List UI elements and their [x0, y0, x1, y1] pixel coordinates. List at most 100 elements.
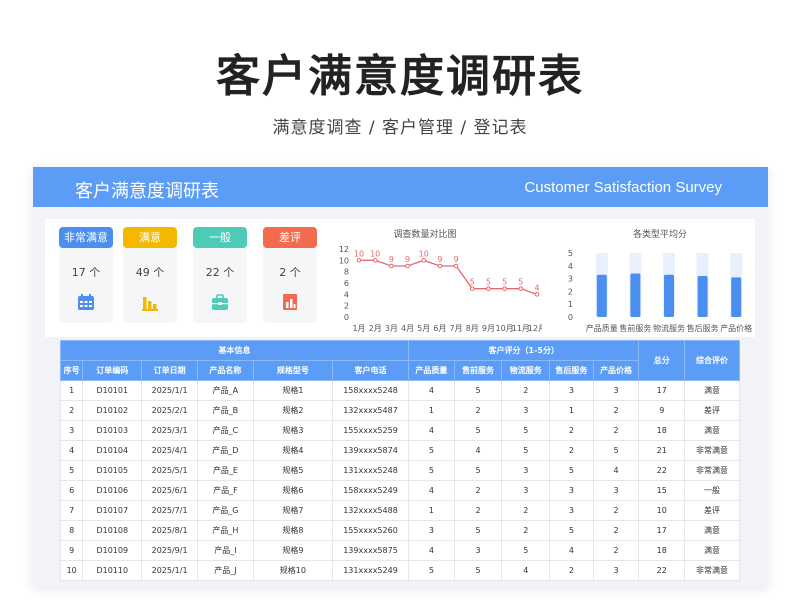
table-cell: 规格8 — [252, 520, 333, 541]
table-cell: 产品_H — [196, 520, 254, 541]
page-subtitle: 满意度调查 / 客户管理 / 登记表 — [272, 118, 528, 138]
data-label: 5 — [486, 278, 491, 287]
column-header-total: 总分 — [638, 340, 686, 381]
x-tick-label: 售前服务 — [619, 323, 651, 333]
table-cell: 5 — [453, 420, 503, 441]
table-cell: 15 — [638, 480, 686, 501]
table-cell: 10 — [638, 500, 686, 521]
table-cell: 2 — [549, 440, 594, 461]
data-point — [372, 258, 378, 263]
data-point — [518, 286, 524, 291]
table-cell: 2 — [59, 400, 84, 421]
table-cell: 2025/4/1 — [141, 440, 198, 461]
card-very-satisfied: 非常满意 17 个 — [59, 227, 113, 323]
x-tick-label: 物流服务 — [653, 323, 685, 333]
line-chart: 0 2 4 6 8 10 12 10 1月 10 2月 9 3月 9 4月 10 5月 9 6月 9 7月 5 8月 5 9月 5… — [339, 245, 542, 333]
table-cell: 产品_C — [196, 420, 254, 441]
table-cell: 5 — [59, 460, 84, 481]
table-cell: 满意 — [684, 380, 740, 401]
table-cell: 产品_I — [196, 540, 254, 561]
card-badge: 满意 — [123, 227, 177, 248]
table-cell: 2 — [501, 500, 551, 521]
table-cell: 139xxxx5875 — [331, 540, 410, 561]
y-tick-label: 0 — [344, 313, 349, 322]
table-cell: 4 — [408, 480, 455, 501]
bar — [731, 277, 742, 317]
data-label: 9 — [454, 255, 459, 264]
x-tick-label: 9月 — [482, 324, 495, 333]
table-cell: 规格5 — [252, 460, 333, 481]
table-cell: 2 — [453, 400, 503, 421]
calendar-icon — [78, 294, 94, 310]
table-cell: 规格7 — [252, 500, 333, 521]
data-label: 5 — [518, 278, 523, 287]
table-cell: 10 — [59, 560, 84, 581]
table-cell: 3 — [592, 480, 640, 501]
x-tick-label: 产品质量 — [586, 323, 618, 333]
table-row: 8 D10108 2025/8/1 产品_H 规格8 155xxxx5260 3 5 2 5 2 17… — [59, 520, 740, 541]
x-tick-label: 产品价格 — [720, 323, 752, 333]
table-cell: 1 — [59, 380, 84, 401]
table-column-header-row: 序号 订单编码 订单日期 产品名称 规格型号 客户电话 产品质量 售前服务 物流服务 售后服务 产品… — [59, 360, 740, 381]
data-point — [356, 258, 362, 263]
survey-table: 基本信息 客户评分（1-5分） 总分 综合评价 序号 订单编码 订单日期 产品名称 规格… — [59, 340, 740, 581]
table-cell: 3 — [592, 380, 640, 401]
table-cell: 155xxxx5259 — [331, 420, 410, 441]
card-bad-review: 差评 2 个 — [263, 227, 317, 323]
survey-sheet: 客户满意度调研表 Customer Satisfaction Survey 非常… — [33, 167, 768, 587]
table-cell: D10108 — [82, 520, 143, 541]
table-cell: 3 — [453, 540, 503, 561]
card-count: 22 个 — [205, 266, 235, 279]
bar — [630, 273, 641, 317]
group-header-basic: 基本信息 — [59, 340, 410, 361]
table-cell: 9 — [638, 400, 686, 421]
data-point — [389, 263, 394, 269]
x-tick-label: 7月 — [450, 324, 463, 333]
table-cell: 2025/1/1 — [141, 560, 198, 581]
table-cell: 产品_F — [196, 480, 254, 501]
table-cell: 2025/7/1 — [141, 500, 198, 521]
table-cell: 满意 — [684, 420, 740, 441]
table-cell: 2 — [549, 420, 594, 441]
x-tick-label: 8月 — [466, 324, 479, 333]
column-header: 订单日期 — [141, 360, 198, 381]
table-cell: 3 — [549, 380, 594, 401]
data-label: 10 — [354, 249, 364, 258]
table-cell: 5 — [453, 560, 503, 581]
table-cell: 21 — [638, 440, 686, 461]
x-tick-label: 售后服务 — [687, 323, 719, 333]
y-tick-label: 0 — [568, 313, 573, 322]
line-series — [359, 259, 538, 295]
table-cell: 4 — [408, 540, 455, 561]
column-header: 产品价格 — [592, 360, 640, 381]
table-group-header-row: 基本信息 客户评分（1-5分） 总分 综合评价 — [59, 340, 740, 381]
table-cell: 满意 — [684, 540, 740, 561]
table-cell: 4 — [59, 440, 84, 461]
table-cell: D10103 — [82, 420, 143, 441]
table-cell: 6 — [59, 480, 84, 501]
table-cell: 产品_D — [196, 440, 254, 461]
column-header: 产品名称 — [196, 360, 254, 381]
table-cell: 规格3 — [252, 420, 333, 441]
data-label: 9 — [405, 255, 410, 264]
table-cell: 2025/5/1 — [141, 460, 198, 481]
table-cell: 产品_G — [196, 500, 254, 521]
table-cell: 规格9 — [252, 540, 333, 561]
table-cell: D10110 — [82, 560, 143, 581]
y-tick-label: 6 — [344, 279, 349, 288]
card-badge: 一般 — [193, 227, 247, 248]
table-cell: D10109 — [82, 540, 143, 561]
sheet-banner: 客户满意度调研表 Customer Satisfaction Survey — [33, 167, 768, 207]
data-point — [453, 263, 459, 269]
column-header: 订单编码 — [82, 360, 143, 381]
table-cell: D10104 — [82, 440, 143, 461]
y-tick-label: 8 — [344, 268, 349, 277]
y-tick-label: 4 — [568, 262, 573, 271]
banner-title-en: Customer Satisfaction Survey — [524, 179, 722, 196]
data-point — [534, 292, 540, 297]
table-cell: 4 — [592, 460, 640, 481]
table-cell: 158xxxx5248 — [331, 380, 410, 401]
column-header: 客户电话 — [331, 360, 410, 381]
y-tick-label: 4 — [344, 290, 349, 299]
data-point — [405, 263, 410, 269]
